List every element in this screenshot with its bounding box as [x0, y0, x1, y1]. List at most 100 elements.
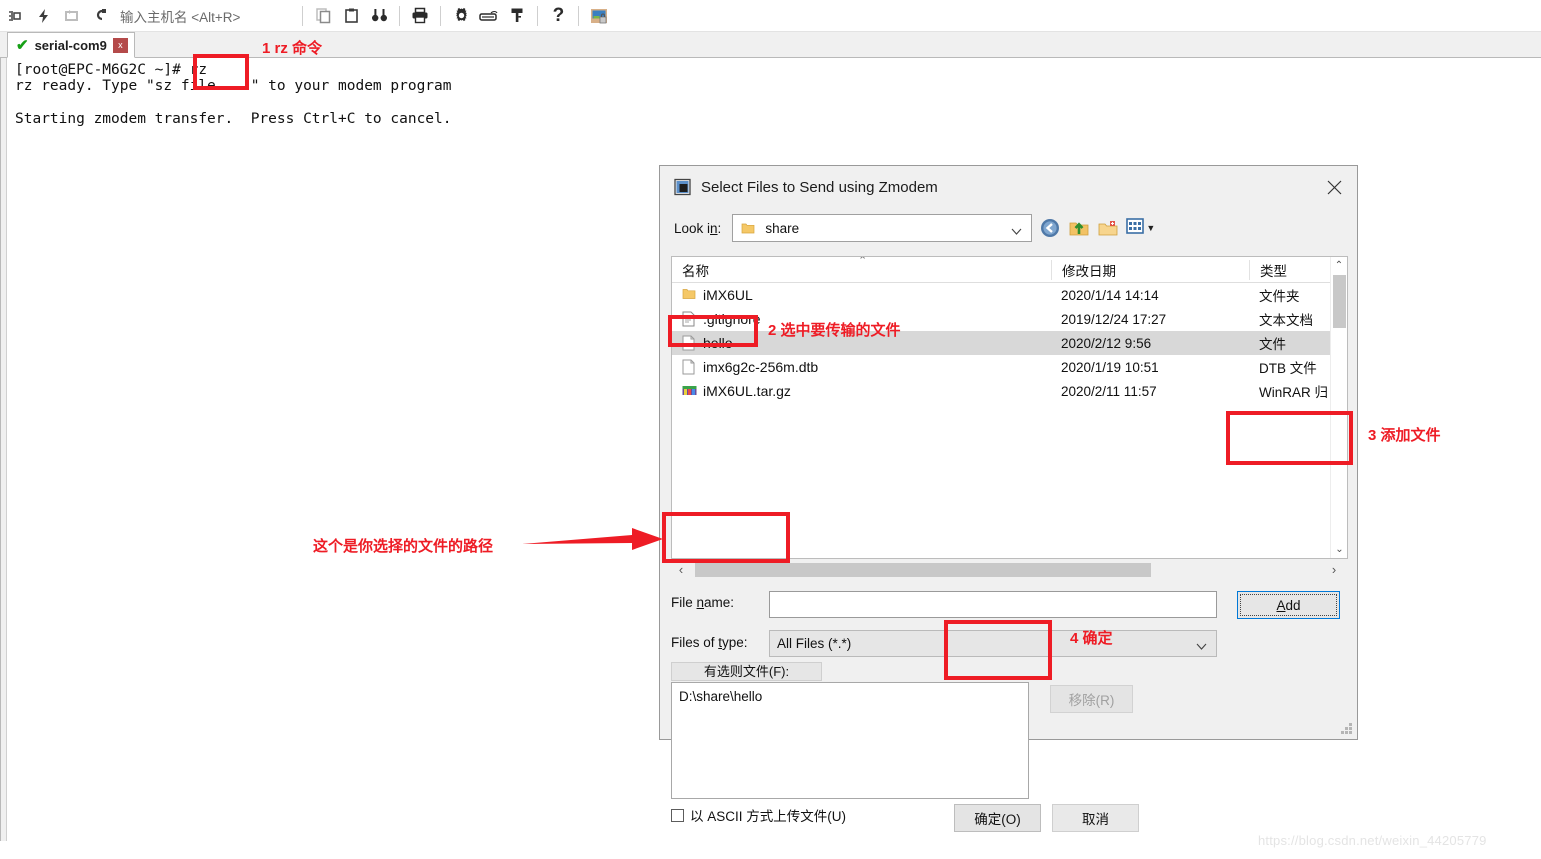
key-icon[interactable]: [503, 2, 531, 30]
ascii-checkbox-label: 以 ASCII 方式上传文件(U): [690, 809, 847, 824]
file-type-cell: 文件: [1259, 337, 1286, 352]
toolbar-divider: [399, 5, 401, 26]
add-button[interactable]: Add: [1237, 591, 1340, 619]
filename-label: File name:: [671, 595, 735, 610]
scroll-right-icon[interactable]: ›: [1322, 560, 1346, 579]
connect-icon[interactable]: [2, 2, 30, 30]
back-icon[interactable]: [1039, 217, 1061, 239]
scroll-thumb[interactable]: [1333, 275, 1346, 328]
filetype-label: Files of type:: [671, 635, 748, 650]
file-icon: [682, 359, 696, 375]
new-folder-icon[interactable]: [1097, 217, 1119, 239]
file-type-cell: 文本文档: [1259, 313, 1313, 328]
file-date-cell: 2020/2/11 11:57: [1061, 383, 1157, 399]
file-list-horizontal-scrollbar[interactable]: ‹: [671, 560, 1331, 579]
file-date-cell: 2020/1/19 10:51: [1061, 359, 1159, 375]
filename-input[interactable]: [769, 591, 1217, 618]
annotation-label-4: 4 确定: [1070, 630, 1113, 647]
add-button-label: Add: [1276, 597, 1301, 613]
annotation-label-2: 2 选中要传输的文件: [768, 322, 901, 339]
main-toolbar: 输入主机名 <Alt+R> ?: [0, 0, 1541, 32]
column-header-name[interactable]: 名称 ⌃: [672, 257, 1051, 280]
tab-serial-com9[interactable]: ✔ serial-com9 x: [7, 32, 135, 58]
file-list-vertical-scrollbar[interactable]: ⌃ ⌄: [1330, 257, 1347, 558]
keyboard-icon[interactable]: [475, 2, 503, 30]
file-name-label: iMX6UL.tar.gz: [703, 383, 791, 399]
dialog-close-button[interactable]: [1311, 166, 1357, 208]
file-name-cell: iMX6UL.tar.gz: [672, 383, 1051, 399]
hostname-input[interactable]: 输入主机名 <Alt+R>: [120, 6, 240, 26]
views-icon[interactable]: [1126, 217, 1145, 239]
quick-connect-icon[interactable]: [30, 2, 58, 30]
session-options-icon[interactable]: [585, 2, 613, 30]
scroll-track[interactable]: [691, 562, 1331, 577]
find-icon[interactable]: [365, 2, 393, 30]
print-icon[interactable]: [406, 2, 434, 30]
toolbar-divider: [537, 5, 539, 26]
file-icon: [682, 335, 696, 351]
paste-icon[interactable]: [337, 2, 365, 30]
dialog-title: Select Files to Send using Zmodem: [701, 178, 938, 196]
chevron-down-icon[interactable]: [1196, 638, 1207, 656]
chevron-down-icon[interactable]: ▼: [1146, 223, 1155, 233]
reconnect-icon[interactable]: [58, 2, 86, 30]
chevron-down-icon[interactable]: [1011, 223, 1022, 241]
file-list-row[interactable]: iMX6UL.tar.gz 2020/2/11 11:57 WinRAR 归: [672, 379, 1347, 403]
zmodem-file-dialog: Select Files to Send using Zmodem Look i…: [659, 165, 1358, 832]
settings-icon[interactable]: [447, 2, 475, 30]
tab-label: serial-com9: [34, 37, 107, 53]
terminal-output: [root@EPC-M6G2C ~]# rz rz ready. Type "s…: [15, 62, 452, 127]
disconnect-icon[interactable]: [86, 2, 114, 30]
watermark-text: https://blog.csdn.net/weixin_44205779: [1258, 833, 1487, 848]
annotation-arrow-icon: [522, 528, 663, 550]
scroll-down-icon[interactable]: ⌄: [1331, 541, 1347, 558]
tab-status-check-icon: ✔: [16, 36, 29, 54]
annotation-label-5: 这个是你选择的文件的路径: [313, 538, 494, 555]
file-date-cell: 2019/12/24 17:27: [1061, 311, 1167, 327]
dialog-app-icon: [674, 178, 692, 196]
lookin-label: Look in:: [674, 220, 722, 236]
scroll-left-icon[interactable]: ‹: [671, 562, 691, 577]
selected-file-item[interactable]: D:\share\hello: [679, 689, 1028, 704]
ascii-upload-checkbox-row[interactable]: 以 ASCII 方式上传文件(U): [671, 805, 846, 825]
lookin-dropdown[interactable]: share: [732, 214, 1033, 242]
file-list-row[interactable]: imx6g2c-256m.dtb 2020/1/19 10:51 DTB 文件: [672, 355, 1347, 379]
file-name-label: iMX6UL: [703, 287, 753, 303]
tab-bar: ✔ serial-com9 x: [0, 32, 1541, 58]
toolbar-divider: [302, 5, 304, 26]
annotation-label-3: 3 添加文件: [1368, 427, 1441, 444]
remove-button[interactable]: 移除(R): [1050, 685, 1133, 713]
archive-icon: [682, 383, 697, 399]
toolbar-divider: [440, 5, 442, 26]
ascii-checkbox[interactable]: [671, 808, 684, 822]
help-icon[interactable]: ?: [544, 2, 572, 30]
terminal-scrollbar[interactable]: [1, 58, 7, 841]
filetype-value: All Files (*.*): [777, 636, 852, 651]
file-date-cell: 2020/1/14 14:14: [1061, 287, 1159, 303]
up-folder-icon[interactable]: [1068, 217, 1090, 239]
toolbar-divider: [578, 5, 580, 26]
file-list-header: 名称 ⌃ 修改日期 类型: [672, 257, 1347, 283]
scroll-thumb[interactable]: [695, 562, 1151, 577]
ok-button[interactable]: 确定(O): [954, 804, 1041, 832]
column-header-type[interactable]: 类型: [1249, 259, 1329, 280]
copy-icon[interactable]: [309, 2, 337, 30]
resize-grip[interactable]: [1339, 721, 1352, 734]
text-file-icon: [682, 311, 696, 327]
file-list-body: iMX6UL 2020/1/14 14:14 文件夹 .gitignore 2019/1…: [672, 283, 1347, 403]
file-list[interactable]: 名称 ⌃ 修改日期 类型 iMX6UL 2020/1/14 14:14 文件夹 .gi…: [671, 256, 1348, 559]
tab-close-button[interactable]: x: [112, 37, 128, 53]
column-header-date[interactable]: 修改日期: [1051, 259, 1249, 280]
file-list-row[interactable]: iMX6UL 2020/1/14 14:14 文件夹: [672, 283, 1347, 307]
sort-ascending-icon: ⌃: [858, 256, 868, 267]
lookin-value: share: [765, 220, 800, 236]
scroll-up-icon[interactable]: ⌃: [1331, 257, 1347, 274]
file-type-cell: 文件夹: [1259, 289, 1300, 304]
selected-files-list[interactable]: D:\share\hello: [671, 682, 1029, 799]
cancel-button[interactable]: 取消: [1052, 804, 1139, 832]
filetype-dropdown[interactable]: All Files (*.*): [769, 630, 1217, 657]
selected-files-group-label: 有选则文件(F):: [671, 662, 822, 681]
dialog-titlebar[interactable]: Select Files to Send using Zmodem: [660, 166, 1357, 208]
lookin-row: Look in: share ▼: [660, 208, 1357, 248]
folder-icon: [682, 287, 696, 303]
